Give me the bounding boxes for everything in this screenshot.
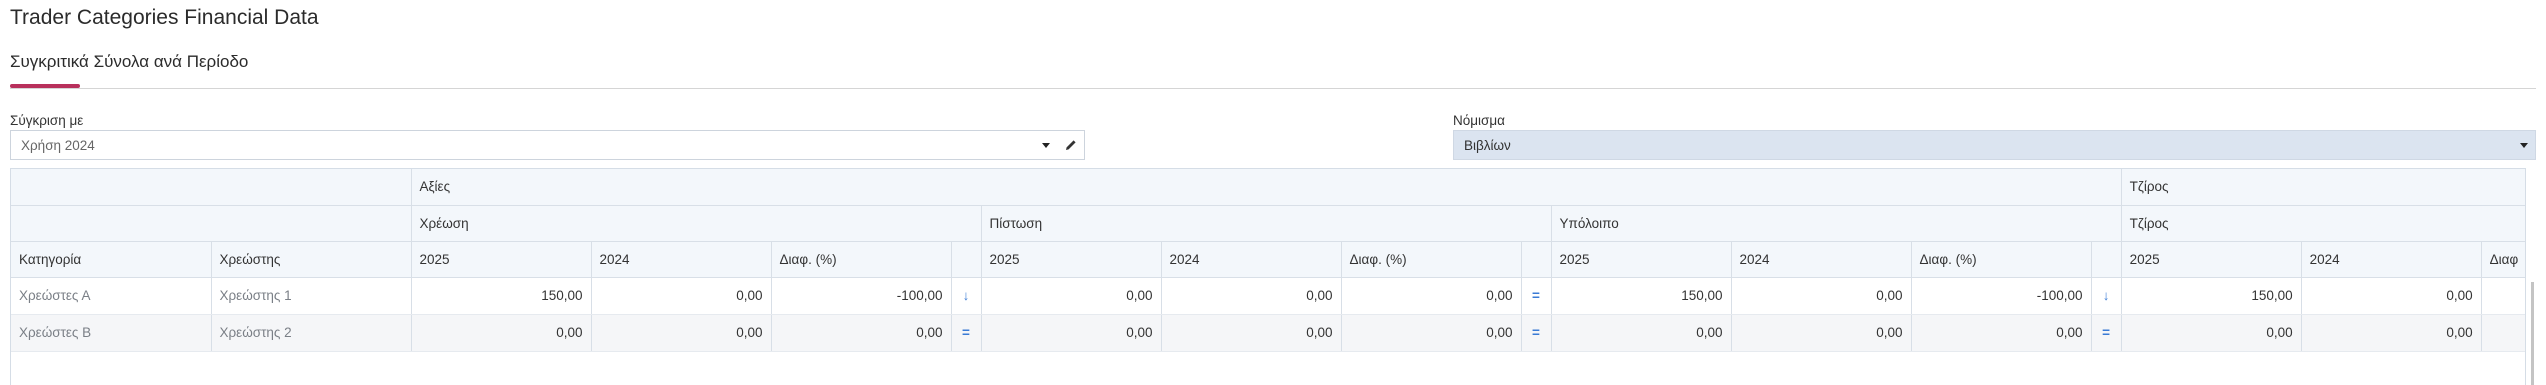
- arrow-down-icon: ↓: [2091, 277, 2122, 315]
- header-row-subgroups: Χρέωση Πίστωση Υπόλοιπο Τζίρος: [11, 205, 2525, 242]
- debit-diff-cell[interactable]: -100,00: [771, 277, 952, 315]
- header-balance: Υπόλοιπο: [1551, 205, 2122, 242]
- credit-2024-cell[interactable]: 0,00: [1161, 314, 1342, 352]
- credit-2024-cell[interactable]: 0,00: [1161, 277, 1342, 315]
- credit-2025-cell[interactable]: 0,00: [981, 314, 1162, 352]
- compare-field[interactable]: Χρήση 2024: [10, 130, 1085, 160]
- debit-diff-cell[interactable]: 0,00: [771, 314, 952, 352]
- dropdown-caret-icon[interactable]: [2520, 143, 2528, 148]
- column-header-debit-diff[interactable]: Διαφ. (%): [771, 241, 952, 278]
- debit-2025-cell[interactable]: 0,00: [411, 314, 592, 352]
- balance-2025-cell[interactable]: 0,00: [1551, 314, 1732, 352]
- balance-2024-cell[interactable]: 0,00: [1731, 277, 1912, 315]
- column-header-debtor[interactable]: Χρεώστης: [211, 241, 412, 278]
- balance-diff-cell[interactable]: 0,00: [1911, 314, 2092, 352]
- page-title: Trader Categories Financial Data: [10, 6, 319, 29]
- header-spacer: [11, 169, 412, 206]
- currency-select[interactable]: Βιβλίων: [1453, 130, 2536, 160]
- turnover-2025-cell[interactable]: 0,00: [2121, 314, 2302, 352]
- turnover-2024-cell[interactable]: 0,00: [2301, 314, 2482, 352]
- category-cell[interactable]: Χρεώστες Α: [11, 277, 212, 315]
- turnover-diff-cell[interactable]: [2481, 314, 2525, 352]
- debit-2025-cell[interactable]: 150,00: [411, 277, 592, 315]
- data-grid: Αξίες Τζίρος Χρέωση Πίστωση Υπόλοιπο Τζί…: [10, 168, 2526, 385]
- column-header-turnover-2025[interactable]: 2025: [2121, 241, 2302, 278]
- header-turnover: Τζίρος: [2121, 205, 2525, 242]
- equals-icon: =: [1521, 314, 1552, 352]
- credit-2025-cell[interactable]: 0,00: [981, 277, 1162, 315]
- currency-label: Νόμισμα: [1453, 113, 1505, 128]
- turnover-2024-cell[interactable]: 0,00: [2301, 277, 2482, 315]
- header-turnover-group: Τζίρος: [2121, 169, 2525, 206]
- category-cell[interactable]: Χρεώστες Β: [11, 314, 212, 352]
- table-row: Χρεώστες Β Χρεώστης 2 0,00 0,00 0,00 = 0…: [11, 314, 2525, 352]
- header-row-columns: Κατηγορία Χρεώστης 2025 2024 Διαφ. (%) 2…: [11, 241, 2525, 278]
- compare-value: Χρήση 2024: [21, 138, 95, 153]
- credit-diff-cell[interactable]: 0,00: [1341, 277, 1522, 315]
- table-row: Χρεώστες Α Χρεώστης 1 150,00 0,00 -100,0…: [11, 277, 2525, 315]
- header-row-groups: Αξίες Τζίρος: [11, 169, 2525, 206]
- column-header-indicator: [1521, 241, 1552, 278]
- column-header-credit-diff[interactable]: Διαφ. (%): [1341, 241, 1522, 278]
- column-header-turnover-2024[interactable]: 2024: [2301, 241, 2482, 278]
- tab-bar: Συγκριτικά Σύνολα ανά Περίοδο: [10, 52, 2536, 89]
- equals-icon: =: [2091, 314, 2122, 352]
- equals-icon: =: [951, 314, 982, 352]
- currency-value: Βιβλίων: [1464, 138, 1511, 153]
- header-credit: Πίστωση: [981, 205, 1552, 242]
- tab-comparative-totals[interactable]: Συγκριτικά Σύνολα ανά Περίοδο: [10, 52, 248, 72]
- vertical-scrollbar[interactable]: [2531, 282, 2534, 385]
- edit-pencil-icon[interactable]: [1063, 137, 1079, 158]
- balance-2024-cell[interactable]: 0,00: [1731, 314, 1912, 352]
- balance-diff-cell[interactable]: -100,00: [1911, 277, 2092, 315]
- equals-icon: =: [1521, 277, 1552, 315]
- header-debit: Χρέωση: [411, 205, 982, 242]
- column-header-turnover-diff[interactable]: Διαφ: [2481, 241, 2525, 278]
- credit-diff-cell[interactable]: 0,00: [1341, 314, 1522, 352]
- column-header-credit-2025[interactable]: 2025: [981, 241, 1162, 278]
- dropdown-caret-icon[interactable]: [1042, 143, 1050, 148]
- debtor-cell[interactable]: Χρεώστης 2: [211, 314, 412, 352]
- balance-2025-cell[interactable]: 150,00: [1551, 277, 1732, 315]
- debit-2024-cell[interactable]: 0,00: [591, 277, 772, 315]
- debtor-cell[interactable]: Χρεώστης 1: [211, 277, 412, 315]
- debit-2024-cell[interactable]: 0,00: [591, 314, 772, 352]
- turnover-diff-cell[interactable]: [2481, 277, 2525, 315]
- compare-label: Σύγκριση με: [10, 113, 84, 128]
- header-spacer: [11, 205, 412, 242]
- turnover-2025-cell[interactable]: 150,00: [2121, 277, 2302, 315]
- column-header-balance-2025[interactable]: 2025: [1551, 241, 1732, 278]
- column-header-debit-2025[interactable]: 2025: [411, 241, 592, 278]
- column-header-category[interactable]: Κατηγορία: [11, 241, 212, 278]
- header-values: Αξίες: [411, 169, 2122, 206]
- column-header-indicator: [951, 241, 982, 278]
- column-header-debit-2024[interactable]: 2024: [591, 241, 772, 278]
- arrow-down-icon: ↓: [951, 277, 982, 315]
- column-header-balance-2024[interactable]: 2024: [1731, 241, 1912, 278]
- column-header-indicator: [2091, 241, 2122, 278]
- active-tab-indicator: [10, 84, 80, 88]
- column-header-credit-2024[interactable]: 2024: [1161, 241, 1342, 278]
- column-header-balance-diff[interactable]: Διαφ. (%): [1911, 241, 2092, 278]
